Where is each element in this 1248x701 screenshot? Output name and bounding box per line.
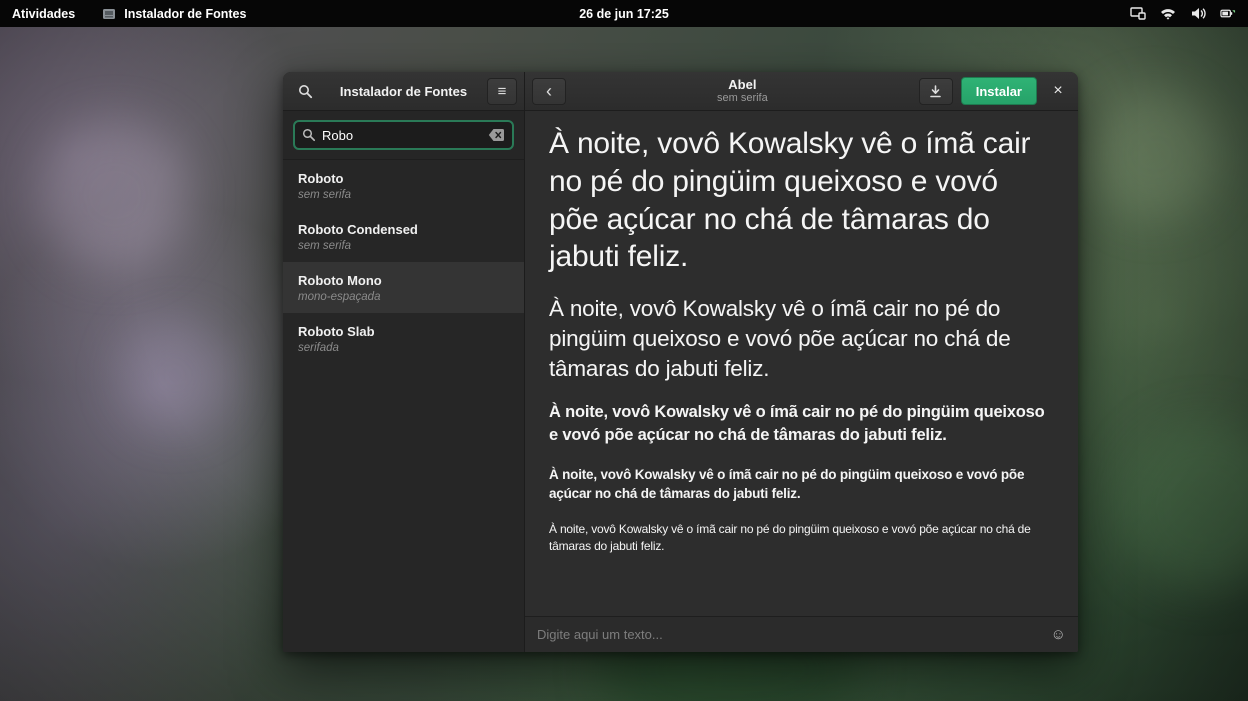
sidebar: Instalador de Fontes ≡ Roboto sem <box>283 72 525 652</box>
font-style: sem serifa <box>298 189 509 201</box>
preview-pane: ‹ Abel sem serifa Instalar × À noite, vo… <box>525 72 1078 652</box>
font-installer-window: Instalador de Fontes ≡ Roboto sem <box>283 72 1078 652</box>
pangram-sample-lg: À noite, vovô Kowalsky vê o ímã cair no … <box>549 294 1054 383</box>
custom-text-bar: ☺ <box>525 616 1078 652</box>
font-name: Roboto <box>298 171 509 186</box>
clock-button[interactable]: 26 de jun 17:25 <box>579 7 669 21</box>
desktop: Atividades Instalador de Fontes 26 de ju… <box>0 0 1248 701</box>
emoji-picker-icon[interactable]: ☺ <box>1051 627 1066 642</box>
font-name: Roboto Condensed <box>298 222 509 237</box>
activities-button[interactable]: Atividades <box>12 7 75 21</box>
search-icon <box>302 128 316 142</box>
battery-network-icon[interactable] <box>1220 6 1236 22</box>
install-button[interactable]: Instalar <box>961 77 1037 105</box>
font-list: Roboto sem serifa Roboto Condensed sem s… <box>283 160 524 652</box>
font-name: Roboto Slab <box>298 324 509 339</box>
font-list-item-roboto-mono[interactable]: Roboto Mono mono-espaçada <box>283 262 524 313</box>
focused-app-indicator[interactable]: Instalador de Fontes <box>101 6 246 22</box>
font-list-item-roboto[interactable]: Roboto sem serifa <box>283 160 524 211</box>
focused-app-name: Instalador de Fontes <box>124 7 246 21</box>
pangram-sample-md: À noite, vovô Kowalsky vê o ímã cair no … <box>549 401 1054 447</box>
search-toggle-button[interactable] <box>290 78 320 105</box>
font-list-item-roboto-condensed[interactable]: Roboto Condensed sem serifa <box>283 211 524 262</box>
font-list-item-roboto-slab[interactable]: Roboto Slab serifada <box>283 313 524 364</box>
back-button[interactable]: ‹ <box>532 78 566 105</box>
font-preview-area: À noite, vovô Kowalsky vê o ímã cair no … <box>525 111 1078 616</box>
clear-search-icon[interactable] <box>488 128 505 142</box>
preview-font-subtitle: sem serifa <box>574 92 911 104</box>
window-title-block: Abel sem serifa <box>574 78 911 104</box>
sidebar-headerbar: Instalador de Fontes ≡ <box>283 72 524 111</box>
volume-icon[interactable] <box>1190 6 1206 22</box>
screen-share-icon[interactable] <box>1130 6 1146 22</box>
preview-font-title: Abel <box>574 78 911 92</box>
download-button[interactable] <box>919 78 953 105</box>
close-icon[interactable]: × <box>1045 78 1071 104</box>
menu-button[interactable]: ≡ <box>487 78 517 105</box>
font-style: mono-espaçada <box>298 291 509 303</box>
search-entry[interactable] <box>293 120 514 150</box>
font-name: Roboto Mono <box>298 273 509 288</box>
search-area <box>283 111 524 160</box>
sidebar-title: Instalador de Fontes <box>340 84 467 99</box>
top-bar: Atividades Instalador de Fontes 26 de ju… <box>0 0 1248 27</box>
pangram-sample-sm: À noite, vovô Kowalsky vê o ímã cair no … <box>549 465 1054 503</box>
pangram-sample-xl: À noite, vovô Kowalsky vê o ímã cair no … <box>549 125 1054 276</box>
font-style: serifada <box>298 342 509 354</box>
app-icon <box>101 6 117 22</box>
pangram-sample-xs: À noite, vovô Kowalsky vê o ímã cair no … <box>549 521 1054 556</box>
custom-text-input[interactable] <box>537 627 1043 642</box>
search-input[interactable] <box>322 128 482 143</box>
preview-headerbar: ‹ Abel sem serifa Instalar × <box>525 72 1078 111</box>
wifi-icon[interactable] <box>1160 6 1176 22</box>
font-style: sem serifa <box>298 240 509 252</box>
